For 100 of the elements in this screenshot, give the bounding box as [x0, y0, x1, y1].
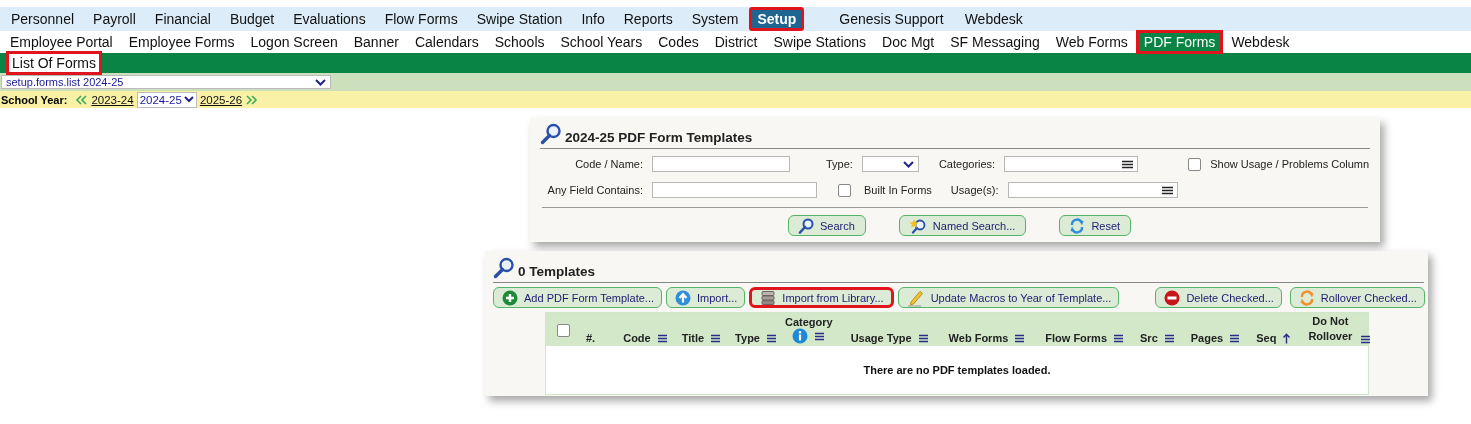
menu-item[interactable]: Reports [615, 7, 681, 31]
field-label: Type: [826, 158, 853, 170]
input-field[interactable] [652, 156, 790, 172]
column-menu-icon [917, 333, 929, 343]
column-menu-icon [1360, 335, 1372, 344]
submenu-item[interactable]: Webdesk [1223, 30, 1298, 54]
year-select[interactable]: 2024-25 [136, 91, 197, 108]
screen-select[interactable]: setup.forms.list 2024-25 [1, 75, 331, 89]
submenu-item[interactable]: Doc Mgt [874, 30, 943, 54]
button[interactable]: Import from Library... [749, 287, 894, 308]
search-icon [540, 123, 562, 145]
field-label: Show Usage / Problems Column [1210, 158, 1370, 170]
up-arrow-icon [675, 289, 691, 306]
column-header[interactable]: Src [1140, 332, 1158, 344]
school-year-label: School Year: [1, 93, 68, 106]
column-header[interactable]: Seq [1256, 332, 1277, 344]
submenu-item[interactable]: SF Messaging [942, 30, 1048, 54]
dropdown-caret-icon [183, 96, 194, 103]
submenu-item[interactable]: District [706, 30, 766, 54]
button[interactable]: Update Macros to Year of Template... [897, 287, 1120, 308]
refresh-icon [1069, 217, 1086, 234]
menu-item[interactable]: Budget [221, 7, 283, 31]
column-header[interactable]: Web Forms [948, 332, 1009, 344]
type-select[interactable] [861, 156, 919, 172]
column-menu-icon [765, 333, 777, 343]
field-label: Built In Forms [864, 184, 932, 196]
star-search-icon [908, 217, 927, 234]
submenu-item[interactable]: Logon Screen [242, 30, 346, 54]
column-menu-icon [1113, 333, 1125, 343]
year-link[interactable]: 2025-26 [199, 93, 243, 106]
button[interactable]: Delete Checked... [1155, 287, 1282, 308]
button[interactable]: Add PDF Form Template... [493, 287, 662, 308]
input-field[interactable] [652, 182, 817, 198]
submenu-item[interactable]: Schools [486, 30, 553, 54]
column-menu-icon [1163, 333, 1175, 343]
menu-item[interactable]: Setup [749, 7, 805, 31]
menu-item[interactable]: Flow Forms [376, 7, 466, 31]
dropdown-caret-icon [902, 160, 914, 168]
menu-item[interactable]: Genesis Support [831, 7, 952, 31]
field-label: Categories: [938, 158, 996, 170]
column-menu-icon [710, 333, 722, 343]
column-header[interactable]: Usage Type [850, 332, 912, 344]
button[interactable]: Search [788, 215, 866, 236]
menu-item[interactable]: Financial [146, 7, 219, 31]
submenu-item[interactable]: Swipe Stations [765, 30, 875, 54]
column-header[interactable]: #. [586, 332, 596, 344]
multi-select-field[interactable] [1004, 156, 1139, 172]
empty-message: There are no PDF templates loaded. [863, 364, 1051, 376]
submenu-item[interactable]: PDF Forms [1135, 30, 1224, 54]
column-header[interactable]: Category [784, 316, 833, 328]
menu-item[interactable]: Evaluations [285, 7, 374, 31]
column-header[interactable]: Title [681, 332, 705, 344]
double-chevron-right-icon [246, 94, 259, 105]
column-header[interactable]: Type [735, 332, 760, 344]
checkbox[interactable] [838, 183, 851, 197]
search-icon [493, 257, 515, 279]
refresh-icon [1298, 289, 1315, 306]
double-chevron-left-icon [75, 94, 88, 105]
page-tab[interactable]: List Of Forms [6, 51, 102, 75]
panel-title: 2024-25 PDF Form Templates [565, 130, 753, 145]
button[interactable]: Import... [666, 287, 746, 308]
multi-select-field[interactable] [1007, 182, 1178, 198]
button[interactable]: Named Search... [898, 215, 1027, 236]
menu-item[interactable]: Webdesk [956, 7, 1031, 31]
select-all-checkbox[interactable] [557, 324, 570, 337]
year-link[interactable]: 2023-24 [91, 93, 134, 106]
column-menu-icon [1014, 333, 1026, 343]
column-menu-icon [656, 333, 668, 343]
submenu-item[interactable]: Banner [345, 30, 407, 54]
info-icon [792, 328, 809, 344]
column-header[interactable]: Flow Forms [1045, 332, 1108, 344]
submenu-item[interactable]: Web Forms [1047, 30, 1136, 54]
column-menu-icon [1229, 333, 1241, 343]
submenu-item[interactable]: Employee Portal [2, 30, 121, 54]
menu-item[interactable]: Info [573, 7, 613, 31]
column-header[interactable]: Code [623, 332, 651, 344]
menu-item[interactable]: Swipe Station [468, 7, 571, 31]
column-menu-icon [814, 331, 826, 341]
stacked-books-icon [760, 289, 777, 306]
submenu-item[interactable]: Codes [650, 30, 707, 54]
field-label: Code / Name: [574, 158, 643, 170]
list-icon [1122, 159, 1134, 169]
button[interactable]: Rollover Checked... [1289, 287, 1425, 308]
field-label: Usage(s): [950, 184, 999, 196]
column-header[interactable]: Do Not Rollover [1306, 314, 1355, 344]
submenu-item[interactable]: School Years [552, 30, 651, 54]
button[interactable]: Reset [1059, 215, 1132, 236]
submenu-item[interactable]: Employee Forms [120, 30, 243, 54]
panel-title: 0 Templates [518, 264, 596, 279]
search-icon [798, 217, 814, 234]
dropdown-caret-icon [315, 78, 326, 86]
submenu-item[interactable]: Calendars [406, 30, 487, 54]
menu-item[interactable]: Payroll [85, 7, 144, 31]
list-icon [1161, 185, 1173, 195]
menu-item[interactable]: Personnel [3, 7, 83, 31]
field-label: Any Field Contains: [546, 184, 643, 196]
pencil-icon [906, 288, 925, 307]
column-header[interactable]: Pages [1190, 332, 1224, 344]
checkbox[interactable] [1188, 157, 1202, 171]
menu-item[interactable]: System [683, 7, 747, 31]
